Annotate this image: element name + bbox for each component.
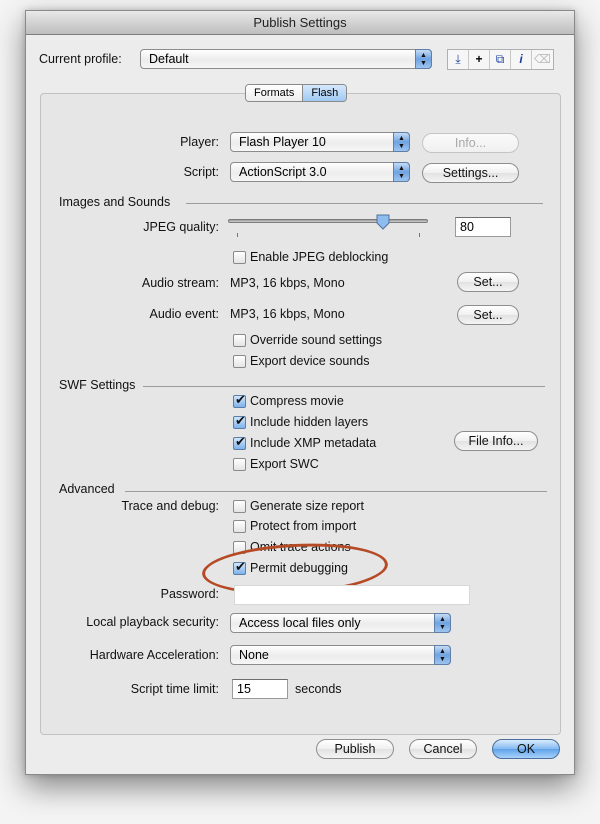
- time-limit-input[interactable]: 15: [232, 679, 288, 699]
- swf-settings-heading: SWF Settings: [59, 378, 136, 392]
- current-profile-value: Default: [149, 52, 189, 66]
- audio-event-label: Audio event:: [149, 307, 220, 321]
- time-limit-unit: seconds: [295, 682, 342, 696]
- settings-button[interactable]: Settings...: [422, 163, 519, 183]
- jpeg-quality-slider[interactable]: [228, 219, 428, 223]
- slider-tick: [237, 233, 238, 237]
- section-divider: [125, 491, 547, 492]
- tab-flash[interactable]: Flash: [302, 85, 347, 101]
- stepper-arrows-icon: ▲ ▼: [393, 132, 410, 152]
- override-sound-checkbox[interactable]: [233, 334, 246, 347]
- local-security-value: Access local files only: [239, 616, 361, 630]
- delete-profile-icon[interactable]: ⌫: [532, 50, 553, 69]
- player-select[interactable]: Flash Player 10 ▲ ▼: [230, 132, 410, 152]
- compress-movie-label: Compress movie: [250, 394, 344, 408]
- local-security-label: Local playback security:: [86, 615, 219, 629]
- section-divider: [143, 386, 545, 387]
- jpeg-deblocking-checkbox[interactable]: [233, 251, 246, 264]
- slider-thumb[interactable]: [376, 214, 390, 230]
- password-input[interactable]: [234, 585, 470, 605]
- current-profile-select[interactable]: Default ▲ ▼: [140, 49, 432, 69]
- stepper-arrows-icon: ▲ ▼: [393, 162, 410, 182]
- export-swc-checkbox[interactable]: [233, 458, 246, 471]
- export-swc-label: Export SWC: [250, 457, 319, 471]
- jpeg-quality-input[interactable]: 80: [455, 217, 511, 237]
- audio-event-set-button[interactable]: Set...: [457, 305, 519, 325]
- script-select[interactable]: ActionScript 3.0 ▲ ▼: [230, 162, 410, 182]
- password-label: Password:: [160, 587, 219, 601]
- hw-accel-label: Hardware Acceleration:: [89, 648, 219, 662]
- duplicate-profile-icon[interactable]: ⧉: [490, 50, 511, 69]
- compress-movie-checkbox[interactable]: [233, 392, 246, 408]
- tab-formats[interactable]: Formats: [246, 85, 303, 101]
- xmp-metadata-checkbox[interactable]: [233, 434, 246, 450]
- protect-import-checkbox[interactable]: [233, 520, 246, 533]
- settings-panel: [40, 93, 561, 735]
- trace-debug-label: Trace and debug:: [121, 499, 219, 513]
- profile-info-icon[interactable]: i: [511, 50, 532, 69]
- stepper-arrows-icon: ▲ ▼: [415, 49, 432, 69]
- cancel-button[interactable]: Cancel: [409, 739, 477, 759]
- publish-button[interactable]: Publish: [316, 739, 394, 759]
- info-button[interactable]: Info...: [422, 133, 519, 153]
- advanced-heading: Advanced: [59, 482, 115, 496]
- hw-accel-select[interactable]: None ▲ ▼: [230, 645, 451, 665]
- script-value: ActionScript 3.0: [239, 165, 327, 179]
- hidden-layers-checkbox[interactable]: [233, 413, 246, 429]
- jpeg-quality-label: JPEG quality:: [143, 220, 219, 234]
- protect-import-label: Protect from import: [250, 519, 357, 533]
- local-security-select[interactable]: Access local files only ▲ ▼: [230, 613, 451, 633]
- stepper-arrows-icon: ▲ ▼: [434, 645, 451, 665]
- script-label: Script:: [183, 165, 219, 179]
- size-report-checkbox[interactable]: [233, 500, 246, 513]
- audio-stream-set-button[interactable]: Set...: [457, 272, 519, 292]
- current-profile-label: Current profile:: [39, 52, 122, 66]
- xmp-metadata-label: Include XMP metadata: [250, 436, 377, 450]
- profile-toolbar: ⤓ + ⧉ i ⌫: [447, 49, 554, 70]
- slider-tick: [419, 233, 420, 237]
- ok-button[interactable]: OK: [492, 739, 560, 759]
- hidden-layers-label: Include hidden layers: [250, 415, 369, 429]
- player-label: Player:: [180, 135, 219, 149]
- stepper-arrows-icon: ▲ ▼: [434, 613, 451, 633]
- audio-event-value: MP3, 16 kbps, Mono: [230, 307, 345, 321]
- export-device-sounds-checkbox[interactable]: [233, 355, 246, 368]
- audio-stream-label: Audio stream:: [141, 276, 219, 290]
- file-info-button[interactable]: File Info...: [454, 431, 538, 451]
- export-device-sounds-label: Export device sounds: [250, 354, 370, 368]
- audio-stream-value: MP3, 16 kbps, Mono: [230, 276, 345, 290]
- size-report-label: Generate size report: [250, 499, 364, 513]
- time-limit-label: Script time limit:: [130, 682, 219, 696]
- add-profile-icon[interactable]: +: [469, 50, 490, 69]
- tab-bar: Formats Flash: [245, 84, 348, 102]
- player-value: Flash Player 10: [239, 135, 326, 149]
- override-sound-label: Override sound settings: [250, 333, 383, 347]
- jpeg-deblocking-label: Enable JPEG deblocking: [250, 250, 389, 264]
- section-divider: [186, 203, 543, 204]
- window-title: Publish Settings: [26, 11, 574, 35]
- hw-accel-value: None: [239, 648, 269, 662]
- publish-settings-dialog: Publish Settings Current profile: Defaul…: [25, 10, 575, 775]
- images-sounds-heading: Images and Sounds: [59, 195, 171, 209]
- import-export-icon[interactable]: ⤓: [448, 50, 469, 69]
